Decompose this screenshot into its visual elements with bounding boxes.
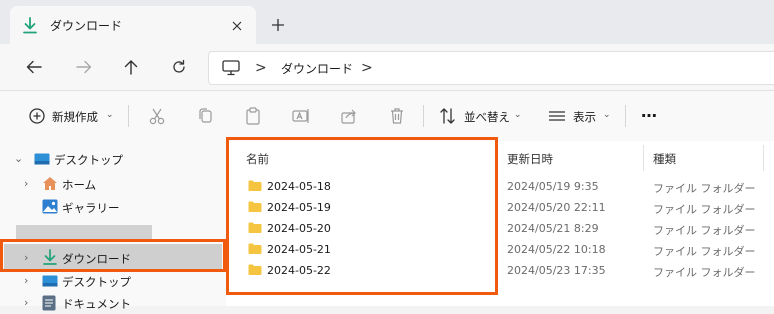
up-button[interactable]: [114, 51, 148, 83]
highlight-box-file-names: [226, 137, 498, 295]
chevron-down-icon[interactable]: ⌄: [514, 110, 522, 120]
nav-item-documents[interactable]: › ドキュメント: [0, 292, 226, 314]
file-type: ファイル フォルダー: [653, 266, 756, 279]
file-type: ファイル フォルダー: [653, 224, 756, 237]
chevron-down-icon[interactable]: ⌄: [106, 110, 114, 120]
column-divider[interactable]: [643, 145, 644, 171]
address-row: > ダウンロード >: [0, 44, 774, 91]
nav-item-label: デスクトップ: [54, 153, 123, 167]
file-modified: 2024/05/23 17:35: [507, 264, 606, 277]
new-plus-icon[interactable]: [25, 104, 49, 128]
file-modified: 2024/05/20 22:11: [507, 201, 606, 214]
documents-icon: [42, 295, 56, 311]
highlight-box-downloads-nav: [0, 239, 226, 272]
nav-item-label: ギャラリー: [62, 201, 120, 215]
breadcrumb-separator[interactable]: >: [361, 60, 373, 76]
tab-bar: ダウンロード: [0, 0, 774, 44]
new-button[interactable]: 新規作成: [52, 109, 98, 125]
rename-icon[interactable]: [289, 104, 313, 128]
download-icon: [22, 17, 38, 35]
view-button[interactable]: 表示: [573, 109, 596, 125]
refresh-button[interactable]: [162, 51, 196, 83]
column-divider[interactable]: [763, 145, 764, 171]
file-modified: 2024/05/22 10:18: [507, 243, 606, 256]
expand-chevron-icon[interactable]: ›: [24, 177, 28, 190]
command-bar: 新規作成 ⌄ 並べ替え ⌄ 表示 ⌄ …: [0, 91, 774, 142]
close-tab-button[interactable]: [226, 16, 248, 36]
view-icon[interactable]: [545, 104, 569, 128]
desktop-icon: [42, 275, 58, 287]
breadcrumb-separator[interactable]: >: [255, 60, 267, 76]
tab-title: ダウンロード: [50, 19, 123, 33]
nav-item-desktop[interactable]: ⌄ デスクトップ: [0, 148, 226, 170]
expand-chevron-icon[interactable]: ⌄: [14, 152, 23, 165]
file-type: ファイル フォルダー: [653, 203, 756, 216]
tab-downloads[interactable]: ダウンロード: [10, 6, 256, 44]
file-type: ファイル フォルダー: [653, 182, 756, 195]
this-pc-icon[interactable]: [221, 59, 241, 77]
forward-button[interactable]: [66, 51, 100, 83]
breadcrumb-downloads[interactable]: ダウンロード: [281, 60, 353, 77]
column-header-type[interactable]: 種類: [653, 151, 676, 167]
chevron-down-icon[interactable]: ⌄: [603, 110, 611, 120]
share-icon[interactable]: [337, 104, 361, 128]
home-icon: [42, 176, 58, 191]
sort-button[interactable]: 並べ替え: [464, 109, 510, 125]
new-tab-button[interactable]: [266, 14, 290, 36]
toolbar-divider: [128, 105, 129, 127]
sort-icon[interactable]: [436, 104, 460, 128]
expand-chevron-icon[interactable]: ›: [24, 296, 28, 309]
address-bar[interactable]: > ダウンロード >: [208, 51, 774, 85]
file-modified: 2024/05/21 8:29: [507, 222, 599, 235]
copy-icon[interactable]: [193, 104, 217, 128]
redacted-nav-item: [16, 225, 152, 239]
gallery-icon: [42, 199, 58, 214]
nav-item-label: ドキュメント: [62, 297, 131, 311]
nav-item-home[interactable]: › ホーム: [0, 173, 226, 195]
expand-chevron-icon[interactable]: ›: [24, 274, 28, 287]
file-type: ファイル フォルダー: [653, 245, 756, 258]
nav-item-gallery[interactable]: ギャラリー: [0, 196, 226, 218]
nav-item-label: ホーム: [62, 178, 97, 192]
cut-icon[interactable]: [145, 104, 169, 128]
back-button[interactable]: [18, 51, 52, 83]
toolbar-divider: [423, 105, 424, 127]
delete-icon[interactable]: [385, 104, 409, 128]
more-options-icon[interactable]: …: [641, 102, 657, 121]
column-header-modified[interactable]: 更新日時: [507, 151, 553, 167]
toolbar-divider: [625, 105, 626, 127]
file-modified: 2024/05/19 9:35: [507, 180, 599, 193]
paste-icon[interactable]: [241, 104, 265, 128]
navigation-pane: ⌄ デスクトップ › ホーム ギャラリー › ダウンロード › デスクトップ ›: [0, 141, 226, 311]
desktop-icon: [34, 153, 50, 165]
nav-item-label: デスクトップ: [62, 275, 131, 289]
nav-item-desktop-2[interactable]: › デスクトップ: [0, 270, 226, 292]
